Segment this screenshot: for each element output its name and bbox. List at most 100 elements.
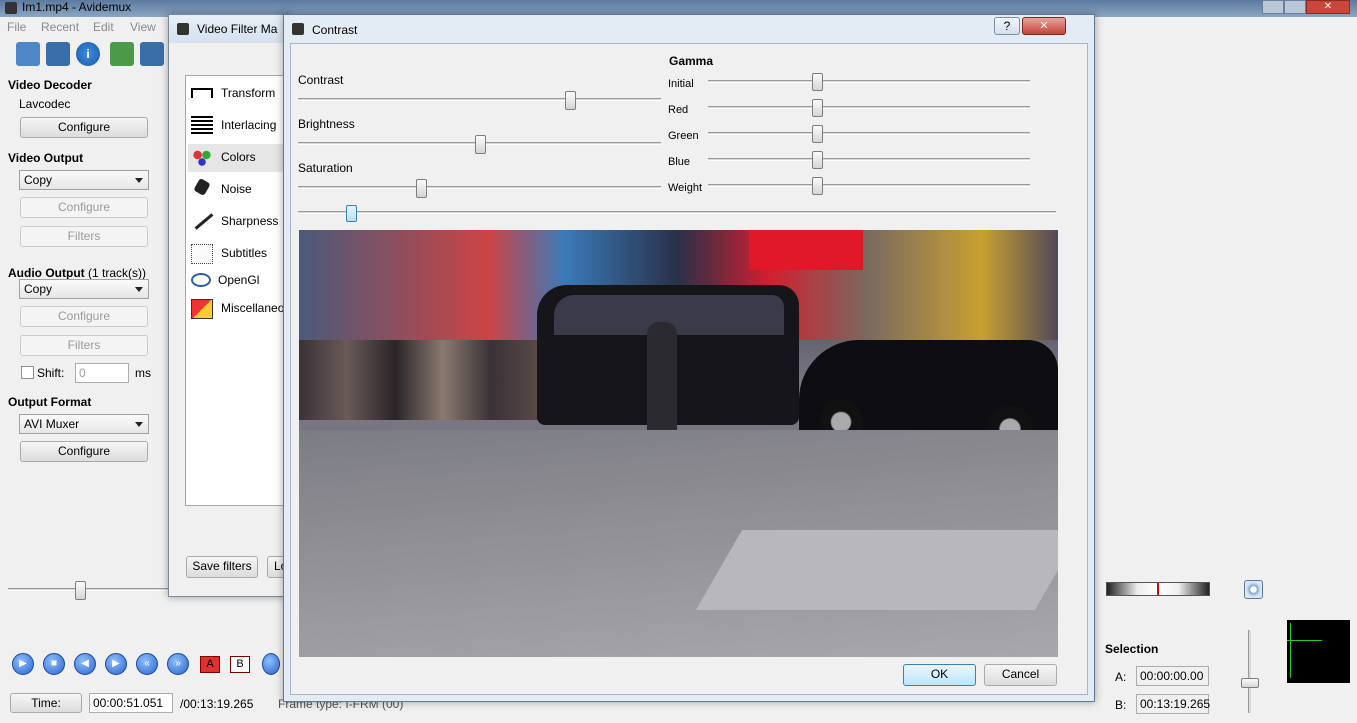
preview-position-thumb[interactable]: [346, 205, 358, 222]
video-output-value: Copy: [24, 173, 53, 187]
subtitles-icon: [191, 244, 213, 264]
audio-output-select[interactable]: Copy: [19, 279, 149, 299]
maximize-button[interactable]: [1284, 0, 1306, 14]
save-icon[interactable]: [46, 42, 70, 66]
saturation-slider-thumb[interactable]: [416, 179, 428, 198]
save-filters-button[interactable]: Save filters: [186, 556, 258, 578]
video-output-select[interactable]: Copy: [19, 170, 149, 190]
category-label: Subtitles: [221, 246, 268, 260]
dialog-close-button[interactable]: ✕: [1022, 17, 1066, 35]
preview-image: [299, 230, 1058, 657]
meter-axis: [1290, 623, 1291, 678]
menu-edit[interactable]: Edit: [93, 20, 114, 34]
shift-checkbox[interactable]: [21, 366, 34, 379]
audio-output-heading: Audio Output (1 track(s)): [8, 266, 146, 280]
minimize-button[interactable]: [1262, 0, 1284, 14]
audio-filters-button[interactable]: Filters: [20, 335, 148, 356]
category-colors[interactable]: Colors: [188, 144, 288, 172]
ok-button[interactable]: OK: [903, 664, 976, 686]
meter-line: [1287, 640, 1322, 641]
open-image-icon[interactable]: [110, 42, 134, 66]
timeline-track[interactable]: [8, 588, 168, 591]
category-miscellaneous[interactable]: Miscellaneo: [188, 295, 288, 323]
gamma-blue-slider[interactable]: [708, 158, 1030, 161]
jog-shuttle[interactable]: [1106, 582, 1210, 596]
current-time-field[interactable]: 00:00:51.051: [89, 693, 173, 713]
volume-slider-thumb[interactable]: [1241, 678, 1259, 688]
gamma-green-slider[interactable]: [708, 132, 1030, 135]
timeline-slider-thumb[interactable]: [75, 581, 86, 600]
shift-input[interactable]: 0: [75, 363, 129, 383]
selection-b-field[interactable]: 00:13:19.265: [1136, 694, 1210, 714]
audio-meter: [1287, 620, 1350, 683]
gamma-green-label: Green: [668, 130, 699, 142]
selection-a-label: A:: [1115, 670, 1127, 684]
next-frame-icon[interactable]: ▶: [105, 653, 127, 675]
audio-output-value: Copy: [24, 282, 53, 296]
contrast-slider[interactable]: [298, 98, 661, 101]
decoder-configure-button[interactable]: Configure: [20, 117, 148, 138]
previous-keyframe-icon[interactable]: «: [136, 653, 158, 675]
gamma-weight-slider[interactable]: [708, 184, 1030, 187]
opengl-icon: [191, 273, 211, 287]
selection-a-field[interactable]: 00:00:00.00: [1136, 666, 1209, 686]
gamma-red-slider[interactable]: [708, 106, 1030, 109]
gamma-initial-slider-thumb[interactable]: [812, 73, 824, 91]
output-format-heading: Output Format: [8, 395, 92, 409]
gamma-weight-slider-thumb[interactable]: [812, 177, 824, 195]
video-output-heading: Video Output: [8, 151, 84, 165]
audio-configure-button[interactable]: Configure: [20, 306, 148, 327]
gamma-blue-slider-thumb[interactable]: [812, 151, 824, 169]
category-label: Sharpness: [221, 214, 279, 228]
contrast-dialog-icon: [292, 23, 304, 35]
set-marker-b-button[interactable]: B: [230, 656, 250, 673]
category-opengl[interactable]: OpenGl: [188, 267, 288, 295]
filter-manager-title: Video Filter Ma: [197, 22, 278, 36]
time-button[interactable]: Time:: [10, 693, 82, 713]
noise-icon: [193, 177, 211, 197]
shift-unit: ms: [135, 366, 151, 380]
chevron-down-icon: [135, 422, 143, 427]
open-folder-icon[interactable]: [16, 42, 40, 66]
category-transform[interactable]: Transform: [188, 80, 288, 108]
walking-man: [647, 322, 677, 442]
save-copy-icon[interactable]: [140, 42, 164, 66]
info-icon[interactable]: i: [76, 42, 100, 66]
contrast-label: Contrast: [298, 73, 344, 87]
go-to-start-icon[interactable]: [262, 653, 280, 675]
gamma-red-slider-thumb[interactable]: [812, 99, 824, 117]
volume-icon[interactable]: [1244, 580, 1263, 599]
gamma-green-slider-thumb[interactable]: [812, 125, 824, 143]
previous-frame-icon[interactable]: ◀: [74, 653, 96, 675]
category-interlacing[interactable]: Interlacing: [188, 112, 288, 140]
help-button[interactable]: ?: [994, 17, 1020, 35]
category-label: Miscellaneo: [221, 301, 285, 315]
play-icon[interactable]: ▶: [12, 653, 34, 675]
category-sharpness[interactable]: Sharpness: [188, 208, 288, 236]
video-filters-button[interactable]: Filters: [20, 226, 148, 247]
category-noise[interactable]: Noise: [188, 176, 288, 204]
brightness-slider-thumb[interactable]: [474, 135, 486, 154]
format-configure-button[interactable]: Configure: [20, 441, 148, 462]
preview-position-slider[interactable]: [298, 211, 1056, 214]
selection-heading: Selection: [1105, 642, 1159, 656]
stop-icon[interactable]: ■: [43, 653, 65, 675]
volume-slider-track[interactable]: [1248, 630, 1251, 713]
output-format-select[interactable]: AVI Muxer: [19, 414, 149, 434]
menu-view[interactable]: View: [130, 20, 156, 34]
saturation-slider[interactable]: [298, 186, 661, 189]
cancel-button[interactable]: Cancel: [984, 664, 1057, 686]
set-marker-a-button[interactable]: A: [200, 656, 220, 673]
category-label: Transform: [221, 86, 276, 100]
next-keyframe-icon[interactable]: »: [167, 653, 189, 675]
category-subtitles[interactable]: Subtitles: [188, 240, 288, 268]
video-configure-button[interactable]: Configure: [20, 197, 148, 218]
contrast-slider-thumb[interactable]: [565, 91, 577, 110]
menu-file[interactable]: File: [7, 20, 26, 34]
saturation-label: Saturation: [298, 161, 353, 175]
close-button[interactable]: ✕: [1306, 0, 1350, 14]
total-time: /00:13:19.265: [180, 697, 254, 711]
gamma-red-label: Red: [668, 104, 689, 116]
menu-recent[interactable]: Recent: [41, 20, 79, 34]
gamma-initial-slider[interactable]: [708, 80, 1030, 83]
